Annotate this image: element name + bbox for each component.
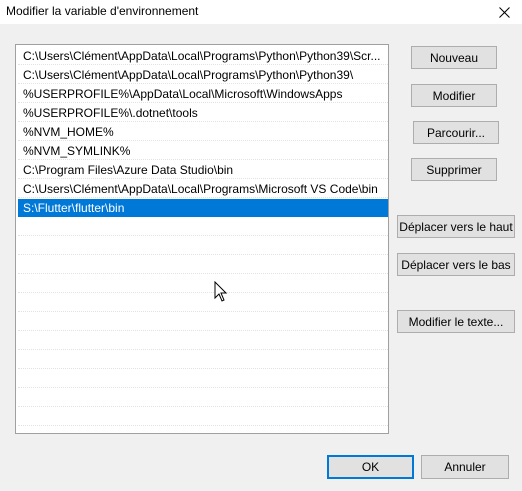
list-item[interactable] — [18, 294, 388, 312]
list-item[interactable]: %USERPROFILE%\.dotnet\tools — [18, 104, 388, 122]
browse-button[interactable]: Parcourir... — [413, 121, 499, 144]
list-item[interactable] — [18, 256, 388, 274]
list-item[interactable]: %NVM_SYMLINK% — [18, 142, 388, 160]
title-bar: Modifier la variable d'environnement — [0, 0, 522, 24]
list-item[interactable] — [18, 389, 388, 407]
list-item[interactable]: C:\Program Files\Azure Data Studio\bin — [18, 161, 388, 179]
list-item[interactable] — [18, 218, 388, 236]
delete-button[interactable]: Supprimer — [411, 158, 497, 181]
mouse-pointer-icon — [214, 281, 228, 302]
list-item[interactable]: C:\Users\Clément\AppData\Local\Programs\… — [18, 66, 388, 84]
list-item[interactable] — [18, 351, 388, 369]
list-item[interactable] — [18, 332, 388, 350]
window-title: Modifier la variable d'environnement — [6, 4, 199, 18]
cancel-button[interactable]: Annuler — [421, 455, 509, 479]
list-item[interactable]: %USERPROFILE%\AppData\Local\Microsoft\Wi… — [18, 85, 388, 103]
list-item[interactable]: C:\Users\Clément\AppData\Local\Programs\… — [18, 47, 388, 65]
edit-text-button[interactable]: Modifier le texte... — [397, 310, 515, 333]
path-entries-listbox[interactable]: C:\Users\Clément\AppData\Local\Programs\… — [15, 44, 389, 434]
edit-environment-variable-dialog: Modifier la variable d'environnement C:\… — [0, 0, 522, 491]
move-up-button[interactable]: Déplacer vers le haut — [397, 215, 515, 238]
list-item[interactable] — [18, 370, 388, 388]
list-item-selected[interactable]: S:\Flutter\flutter\bin — [18, 199, 388, 217]
edit-button[interactable]: Modifier — [411, 84, 497, 107]
ok-button[interactable]: OK — [327, 455, 414, 479]
list-item[interactable]: %NVM_HOME% — [18, 123, 388, 141]
move-down-button[interactable]: Déplacer vers le bas — [397, 253, 515, 276]
list-item[interactable]: C:\Users\Clément\AppData\Local\Programs\… — [18, 180, 388, 198]
close-icon — [498, 6, 510, 18]
list-item[interactable] — [18, 313, 388, 331]
new-button[interactable]: Nouveau — [411, 46, 497, 69]
list-item[interactable] — [18, 237, 388, 255]
list-item[interactable] — [18, 275, 388, 293]
close-button[interactable] — [486, 0, 522, 24]
list-item[interactable] — [18, 408, 388, 426]
